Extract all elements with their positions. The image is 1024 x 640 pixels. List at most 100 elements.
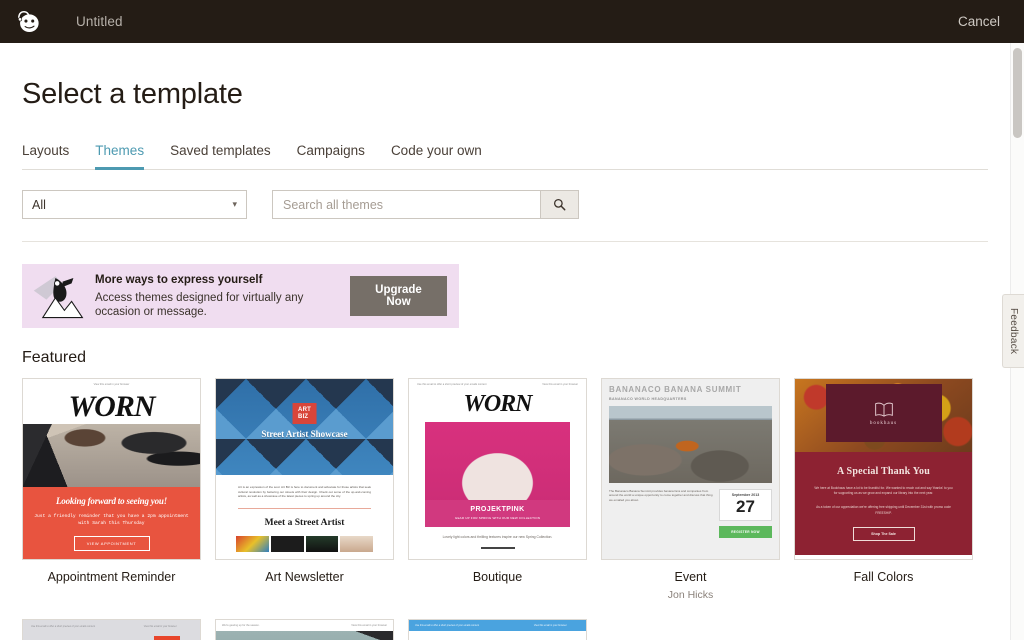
thumb-preheader: Use this email to offer a short preview … xyxy=(417,383,578,386)
thumb-preheader: We're gearing up for the season. View th… xyxy=(222,624,387,627)
thumb-photo xyxy=(609,406,772,483)
thumb-body: The Bananaco Banana Summit provides bana… xyxy=(609,489,713,502)
cancel-button[interactable]: Cancel xyxy=(958,14,1000,29)
thumb-badge: ART BIZ xyxy=(292,403,317,424)
thumb-button: REGISTER NOW xyxy=(719,526,772,538)
thumb-date-day: 27 xyxy=(736,497,755,516)
thumb-divider xyxy=(238,507,371,509)
thumb-logo-block: bookhaus xyxy=(825,384,942,442)
thumb-preheader: View this email in your browser xyxy=(93,383,130,386)
thumb-button: VIEW APPOINTMENT xyxy=(73,536,150,551)
thumb-photo: bookhaus xyxy=(795,379,972,452)
upgrade-promo-banner: More ways to express yourself Access the… xyxy=(22,264,459,328)
tab-layouts[interactable]: Layouts xyxy=(22,143,69,170)
template-thumbnail[interactable]: BANANACO BANANA SUMMIT BANANACO WORLD HE… xyxy=(601,378,780,560)
feedback-tab-label: Feedback xyxy=(1008,307,1019,355)
search-group xyxy=(272,190,579,219)
search-icon xyxy=(553,198,566,211)
thumb-cta-band: Looking forward to seeing you! Just a fr… xyxy=(23,487,200,559)
page-title: Select a template xyxy=(22,78,243,110)
template-author: Jon Hicks xyxy=(667,589,714,601)
thumb-body: We here at Bookhaus have a lot to be tha… xyxy=(814,486,953,496)
template-name: Art Newsletter xyxy=(265,570,344,584)
thumb-inner: BANANACO BANANA SUMMIT BANANACO WORLD HE… xyxy=(602,379,779,559)
thumb-brand: bookhaus xyxy=(869,420,898,426)
thumb-preheader: Use this email to offer a short preview … xyxy=(409,620,586,631)
category-select[interactable]: All ▾ xyxy=(22,190,247,219)
thumb-headline: A Special Thank You xyxy=(836,466,930,477)
template-thumbnail[interactable]: bookhaus A Special Thank You We here at … xyxy=(794,378,973,560)
promo-body: Access themes designed for virtually any… xyxy=(95,292,304,318)
thumb-title: Street Artist Showcase xyxy=(261,429,348,439)
thumb-photo: The Southern Bike Shop xyxy=(216,631,393,640)
page-scroll-area: Select a template Layouts Themes Saved t… xyxy=(0,43,1010,640)
search-button[interactable] xyxy=(540,190,579,219)
upgrade-now-button[interactable]: Upgrade Now xyxy=(350,276,447,316)
tab-code-your-own[interactable]: Code your own xyxy=(391,143,482,170)
thumb-footer: Lovely light colors and thrilling textur… xyxy=(442,535,553,539)
template-name: Boutique xyxy=(472,570,523,584)
thumb-subtitle: Meet a Street Artist xyxy=(264,517,345,528)
scrollbar-thumb[interactable] xyxy=(1013,48,1022,138)
category-select-value: All xyxy=(32,197,46,212)
thumb-image-strip xyxy=(216,528,393,552)
mailchimp-freddie-logo[interactable] xyxy=(0,8,56,35)
feedback-tab[interactable]: Feedback xyxy=(1002,294,1024,368)
thumb-caption: PROJEKTPINK GEAR UP FOR SPRING WITH OUR … xyxy=(425,500,570,527)
template-name: Fall Colors xyxy=(853,570,914,584)
template-name: Event xyxy=(674,570,707,584)
thumb-headline: Looking forward to seeing you! xyxy=(55,496,167,506)
thumb-date-block: September 2013 27 xyxy=(719,489,772,521)
thumb-rule xyxy=(480,547,515,549)
thumb-preheader: Use this email to offer a short preview … xyxy=(31,625,177,628)
template-thumbnail[interactable]: Use this email to offer a short preview … xyxy=(22,619,201,640)
chevron-down-icon: ▾ xyxy=(232,199,237,209)
tab-campaigns[interactable]: Campaigns xyxy=(297,143,365,170)
thumb-subheading: BANANACO WORLD HEADQUARTERS xyxy=(609,397,687,401)
template-name: Appointment Reminder xyxy=(47,570,176,584)
template-grid-row-1: View this email in your browser WORN Loo… xyxy=(22,378,988,601)
search-input[interactable] xyxy=(272,190,540,219)
thumb-caption-sub: GEAR UP FOR SPRING WITH OUR NEW COLLECTI… xyxy=(454,516,541,520)
tab-saved-templates[interactable]: Saved templates xyxy=(170,143,271,170)
template-source-tabs: Layouts Themes Saved templates Campaigns… xyxy=(22,142,988,170)
top-bar: Untitled Cancel xyxy=(0,0,1024,43)
template-card-president-letter[interactable]: Use this email to offer a short preview … xyxy=(408,619,587,640)
template-thumbnail[interactable]: We're gearing up for the season. View th… xyxy=(215,619,394,640)
template-card-bike-shop[interactable]: We're gearing up for the season. View th… xyxy=(215,619,394,640)
thumb-inner: Use this email to offer a short preview … xyxy=(23,620,200,640)
template-thumbnail[interactable]: Use this email to offer a short preview … xyxy=(408,378,587,560)
thumb-heading: BANANACO BANANA SUMMIT xyxy=(609,385,742,394)
template-thumbnail[interactable]: ART BIZ Street Artist Showcase Art is an… xyxy=(215,378,394,560)
thumb-photo: PROJEKTPINK GEAR UP FOR SPRING WITH OUR … xyxy=(425,422,570,527)
template-grid-row-2: Use this email to offer a short preview … xyxy=(22,619,988,640)
template-card-gallery[interactable]: Use this email to offer a short preview … xyxy=(22,619,201,640)
thumb-brand: WORN xyxy=(463,391,532,417)
thumb-hero: ART BIZ Street Artist Showcase xyxy=(216,379,393,475)
template-card-appointment-reminder[interactable]: View this email in your browser WORN Loo… xyxy=(22,378,201,601)
thumb-photo xyxy=(23,424,200,487)
template-card-art-newsletter[interactable]: ART BIZ Street Artist Showcase Art is an… xyxy=(215,378,394,601)
thumb-color-block xyxy=(154,636,180,640)
template-thumbnail[interactable]: View this email in your browser WORN Loo… xyxy=(22,378,201,560)
promo-text: More ways to express yourself Access the… xyxy=(95,273,350,319)
template-thumbnail[interactable]: Use this email to offer a short preview … xyxy=(408,619,587,640)
section-heading-featured: Featured xyxy=(22,349,87,366)
thumb-body: Just a friendly reminder that you have a… xyxy=(34,514,189,526)
filter-row: All ▾ xyxy=(22,190,988,242)
document-title: Untitled xyxy=(76,14,123,29)
thumb-brand: WORN xyxy=(68,390,155,423)
person-over-mountains-illustration xyxy=(33,276,84,319)
thumb-caption-title: PROJEKTPINK xyxy=(470,506,525,513)
template-card-event[interactable]: BANANACO BANANA SUMMIT BANANACO WORLD HE… xyxy=(601,378,780,601)
thumb-detail-row: The Bananaco Banana Summit provides bana… xyxy=(609,489,772,538)
thumb-inner: GENERITECH A Letter From The President D… xyxy=(409,631,586,640)
thumb-body-block: A Special Thank You We here at Bookhaus … xyxy=(795,452,972,555)
thumb-button: Shop The Sale xyxy=(852,526,915,541)
promo-heading: More ways to express yourself xyxy=(95,274,263,286)
tab-themes[interactable]: Themes xyxy=(95,143,145,170)
template-card-boutique[interactable]: Use this email to offer a short preview … xyxy=(408,378,587,601)
thumb-body: Art is an expression of the soul. Art Bi… xyxy=(238,485,371,499)
open-book-icon xyxy=(874,402,893,417)
template-card-fall-colors[interactable]: bookhaus A Special Thank You We here at … xyxy=(794,378,973,601)
